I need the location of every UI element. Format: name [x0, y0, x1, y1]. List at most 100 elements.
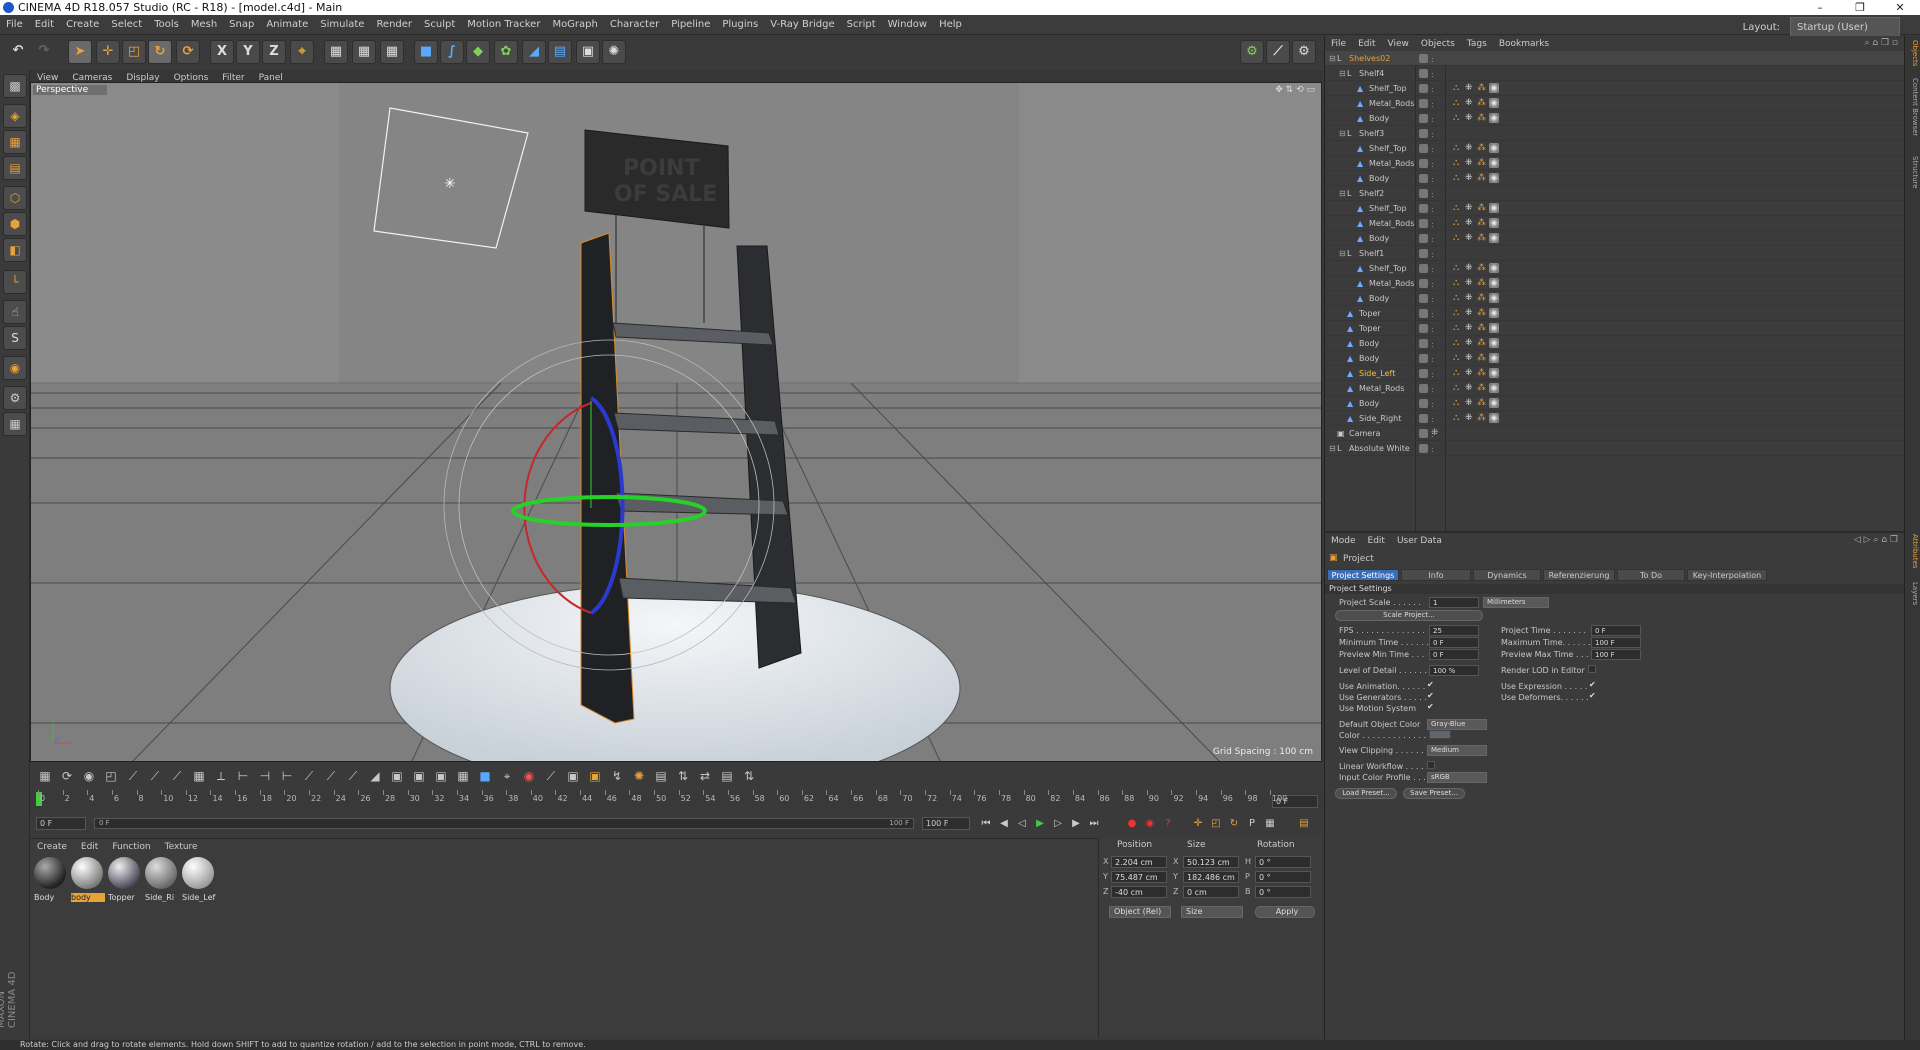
object-menu-bookmarks[interactable]: Bookmarks [1493, 37, 1555, 52]
menu-mograph[interactable]: MoGraph [546, 15, 603, 35]
object-tag-icon[interactable]: ⛬ [1453, 83, 1463, 93]
object-row[interactable]: ▲ Metal_Rods: ⛬ ⁜ ⁂ [1325, 381, 1905, 396]
anim-tool-icon[interactable]: ■ [476, 767, 494, 785]
anim-tool-icon[interactable]: ⟋ [300, 767, 318, 785]
visibility-toggle-icon[interactable] [1419, 429, 1428, 438]
material-menu-create[interactable]: Create [30, 840, 74, 854]
object-row[interactable]: ▣ Camera: ⁜ [1325, 426, 1905, 441]
menu-character[interactable]: Character [604, 15, 665, 35]
anim-tool-icon[interactable]: ▦ [190, 767, 208, 785]
material-swatch[interactable] [182, 857, 214, 889]
object-name[interactable]: Camera [1349, 426, 1380, 441]
prev-frame-icon[interactable]: ◁ [1014, 816, 1030, 832]
visibility-toggle-icon[interactable] [1419, 54, 1428, 63]
autokey-icon[interactable]: ◉ [1142, 816, 1158, 832]
material-menu-texture[interactable]: Texture [158, 840, 205, 854]
cloner-icon[interactable]: ✿ [494, 40, 518, 64]
vray-options-icon[interactable]: ⚙ [1292, 40, 1316, 64]
render-dots-icon[interactable]: : [1431, 202, 1434, 217]
render-dots-icon[interactable]: : [1431, 97, 1434, 112]
object-menu-tags[interactable]: Tags [1461, 37, 1493, 52]
coord-pos-field[interactable]: 75.487 cm [1111, 871, 1167, 883]
object-tag-icon[interactable]: ⁂ [1477, 278, 1487, 288]
load-preset-button[interactable]: Load Preset... [1335, 788, 1397, 799]
subdivision-surface-icon[interactable]: ◆ [466, 40, 490, 64]
anim-tool-icon[interactable]: ✺ [630, 767, 648, 785]
object-name[interactable]: Toper [1359, 306, 1381, 321]
menu-pipeline[interactable]: Pipeline [665, 15, 716, 35]
object-menu-view[interactable]: View [1382, 37, 1415, 52]
tab-key-interpolation[interactable]: Key-Interpolation [1687, 569, 1767, 581]
object-tag-icon[interactable]: ⛬ [1453, 233, 1463, 243]
object-tag-icon[interactable]: ⁜ [1465, 338, 1475, 348]
object-tag-icon[interactable]: ⛬ [1453, 413, 1463, 423]
recent-tool-icon[interactable]: ⟳ [176, 40, 200, 64]
object-name[interactable]: Shelves02 [1349, 51, 1390, 66]
scale-unit-dropdown[interactable]: Millimeters [1483, 597, 1549, 608]
object-name[interactable]: Body [1359, 336, 1379, 351]
object-tag-icon[interactable]: ⛬ [1453, 383, 1463, 393]
input-profile-dropdown[interactable]: sRGB [1427, 772, 1487, 783]
tab-dynamics[interactable]: Dynamics [1473, 569, 1541, 581]
rotate-tool-icon[interactable]: ↻ [148, 40, 172, 64]
object-tag-icon[interactable]: ⁂ [1477, 158, 1487, 168]
z-axis-lock-icon[interactable]: Z [262, 40, 286, 64]
render-dots-icon[interactable]: : [1431, 307, 1434, 322]
cube-primitive-icon[interactable]: ■ [414, 40, 438, 64]
play-icon[interactable]: ▶ [1032, 816, 1048, 832]
object-tag-icon[interactable] [1489, 158, 1499, 168]
object-row[interactable]: ▲ Shelf_Top: ⛬ ⁜ ⁂ [1325, 81, 1905, 96]
object-tag-icon[interactable]: ⁂ [1477, 263, 1487, 273]
menu-create[interactable]: Create [60, 15, 105, 35]
tab-layers[interactable]: Layers [1907, 582, 1919, 605]
object-tag-icon[interactable]: ⁜ [1465, 143, 1475, 153]
visibility-toggle-icon[interactable] [1419, 384, 1428, 393]
anim-tool-icon[interactable]: ⟋ [322, 767, 340, 785]
visibility-toggle-icon[interactable] [1419, 69, 1428, 78]
object-name[interactable]: Shelf_Top [1369, 141, 1407, 156]
visibility-toggle-icon[interactable] [1419, 339, 1428, 348]
texture-mode-icon[interactable]: ▦ [3, 130, 27, 154]
object-row[interactable]: L ⊟ Shelf1: [1325, 246, 1905, 261]
maximize-button[interactable]: ❐ [1840, 0, 1880, 15]
render-view-icon[interactable]: ▦ [324, 40, 348, 64]
object-row[interactable]: ▲ Body: ⛬ ⁜ ⁂ [1325, 336, 1905, 351]
object-name[interactable]: Body [1359, 396, 1379, 411]
anim-tool-icon[interactable]: ⟋ [146, 767, 164, 785]
object-row[interactable]: ▲ Shelf_Top: ⛬ ⁜ ⁂ [1325, 141, 1905, 156]
menu-mesh[interactable]: Mesh [185, 15, 223, 35]
menu-select[interactable]: Select [105, 15, 148, 35]
scale-tool-icon[interactable]: ◰ [122, 40, 146, 64]
menu-tools[interactable]: Tools [148, 15, 185, 35]
object-name[interactable]: Shelf_Top [1369, 81, 1407, 96]
material-label[interactable]: Side_Lef [182, 893, 216, 902]
render-dots-icon[interactable]: : [1431, 442, 1434, 457]
material-label[interactable]: Topper [108, 893, 142, 902]
object-name[interactable]: Metal_Rods [1369, 96, 1414, 111]
material-menu-function[interactable]: Function [105, 840, 157, 854]
object-tag-icon[interactable]: ⁜ [1465, 158, 1475, 168]
render-dots-icon[interactable]: : [1431, 292, 1434, 307]
object-tag-icon[interactable] [1489, 353, 1499, 363]
object-tag-icon[interactable] [1489, 263, 1499, 273]
preview-range-slider[interactable]: 0 F 100 F [94, 818, 914, 829]
anim-tool-icon[interactable]: ↯ [608, 767, 626, 785]
anim-tool-icon[interactable]: ⟋ [344, 767, 362, 785]
object-tag-icon[interactable]: ⁜ [1465, 173, 1475, 183]
object-tag-icon[interactable] [1489, 278, 1499, 288]
visibility-toggle-icon[interactable] [1419, 174, 1428, 183]
object-name[interactable]: Toper [1359, 321, 1381, 336]
visibility-toggle-icon[interactable] [1419, 249, 1428, 258]
coord-rot-field[interactable]: 0 ° [1255, 856, 1311, 868]
render-dots-icon[interactable]: : [1431, 127, 1434, 142]
menu-file[interactable]: File [0, 15, 29, 35]
points-mode-icon[interactable]: ⬡ [3, 186, 27, 210]
object-row[interactable]: L ⊟ Shelves02: [1325, 51, 1905, 66]
coord-size-field[interactable]: 0 cm [1183, 886, 1239, 898]
expand-toggle-icon[interactable]: ⊟ [1339, 246, 1348, 258]
object-tag-icon[interactable] [1489, 98, 1499, 108]
object-row[interactable]: ▲ Side_Right: ⛬ ⁜ ⁂ [1325, 411, 1905, 426]
anim-tool-icon[interactable]: ⟋ [168, 767, 186, 785]
move-tool-icon[interactable]: ✛ [96, 40, 120, 64]
object-tag-icon[interactable]: ⛬ [1453, 98, 1463, 108]
